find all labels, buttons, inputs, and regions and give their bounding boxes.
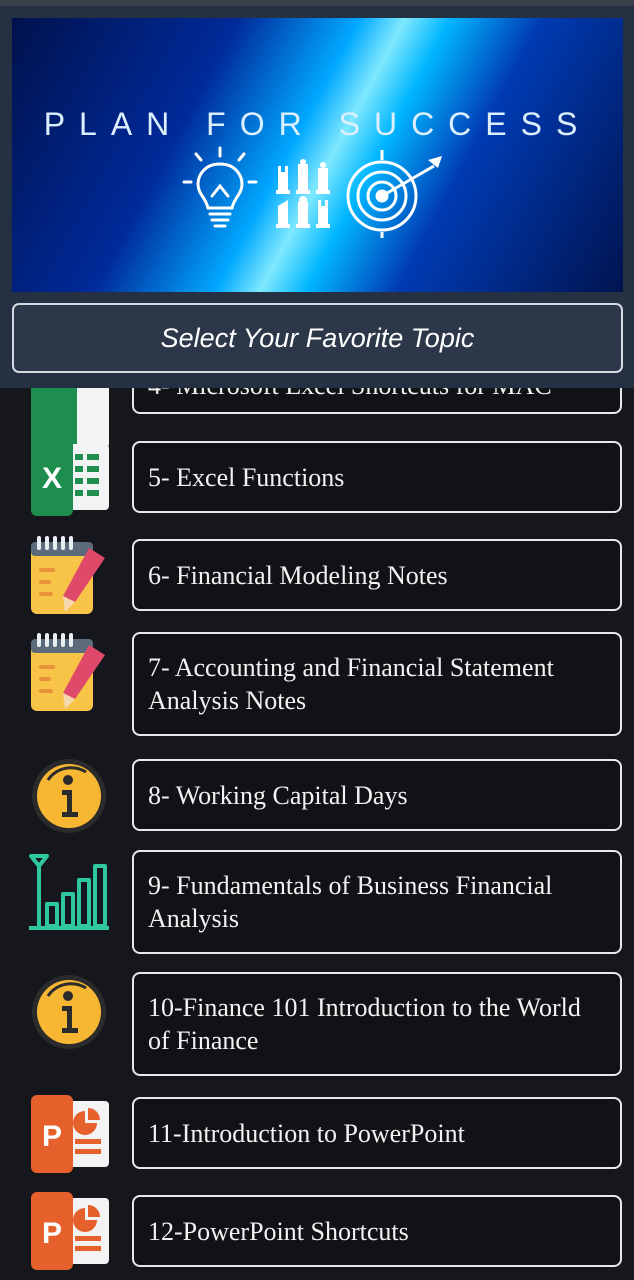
- topic-label: 8- Working Capital Days: [148, 780, 408, 810]
- lightbulb-icon: [182, 146, 258, 228]
- svg-text:X: X: [42, 462, 62, 495]
- topic-label: 11-Introduction to PowerPoint: [148, 1118, 465, 1148]
- topic-card[interactable]: 8- Working Capital Days: [132, 759, 622, 831]
- topic-label: 12-PowerPoint Shortcuts: [148, 1216, 409, 1246]
- topic-card[interactable]: 7- Accounting and Financial Statement An…: [132, 632, 622, 736]
- topic-card[interactable]: 10-Finance 101 Introduction to the World…: [132, 972, 622, 1076]
- topic-label: 7- Accounting and Financial Statement An…: [148, 653, 554, 715]
- topic-label: 5- Excel Functions: [148, 462, 345, 492]
- bar-chart-icon: [26, 854, 112, 932]
- banner-title: PLAN FOR SUCCESS: [43, 106, 592, 142]
- topic-label: 9- Fundamentals of Business Financial An…: [148, 871, 553, 933]
- select-topic-button[interactable]: Select Your Favorite Topic: [12, 303, 623, 373]
- topic-card[interactable]: 12-PowerPoint Shortcuts: [132, 1195, 622, 1267]
- topic-label: 6- Financial Modeling Notes: [148, 560, 448, 590]
- topic-card[interactable]: 6- Financial Modeling Notes: [132, 539, 622, 611]
- topic-card[interactable]: 9- Fundamentals of Business Financial An…: [132, 850, 622, 954]
- notepad-pen-icon: [26, 632, 112, 714]
- powerpoint-icon: P: [26, 1095, 112, 1173]
- topic-card[interactable]: 5- Excel Functions: [132, 441, 622, 513]
- topic-card[interactable]: 11-Introduction to PowerPoint: [132, 1097, 622, 1169]
- info-coin-icon: [26, 756, 112, 836]
- info-coin-icon: [26, 972, 112, 1052]
- topic-list[interactable]: 4- Microsoft Excel Shortcuts for MAC X 5…: [0, 300, 634, 1280]
- powerpoint-icon: P: [26, 1192, 112, 1270]
- target-icon: [346, 150, 442, 238]
- chess-pieces-icon: [276, 159, 330, 228]
- svg-text:P: P: [42, 1120, 62, 1153]
- svg-text:P: P: [42, 1217, 62, 1250]
- excel-icon: X: [26, 438, 112, 516]
- topic-label: 10-Finance 101 Introduction to the World…: [148, 993, 581, 1055]
- header: PLAN FOR SUCCESS Select Your Favorite To…: [0, 6, 634, 388]
- notepad-pen-icon: [26, 536, 112, 616]
- banner-image: PLAN FOR SUCCESS: [12, 18, 623, 292]
